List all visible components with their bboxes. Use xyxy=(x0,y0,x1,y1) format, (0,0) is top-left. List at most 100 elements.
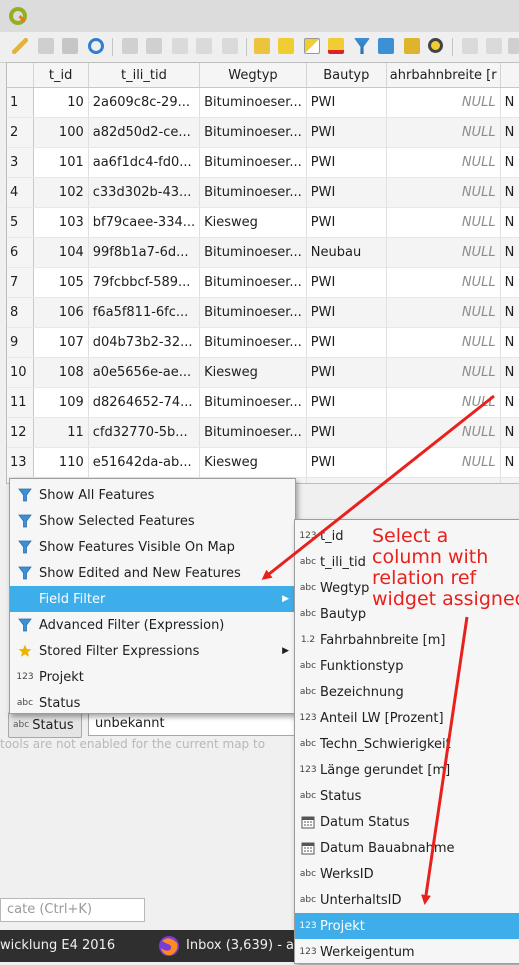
row-number-cell[interactable]: 4 xyxy=(7,177,34,208)
move-selection-to-top-icon[interactable] xyxy=(378,38,394,54)
field-menu-item[interactable]: abc Techn_Schwierigkeit xyxy=(295,731,519,757)
column-header[interactable]: Bautyp xyxy=(306,63,387,88)
cell-fahrbahnbreite[interactable]: NULL xyxy=(386,447,501,478)
field-menu-item[interactable]: 123 Werkeigentum xyxy=(295,939,519,965)
cell-next-column[interactable]: N xyxy=(500,297,519,328)
field-menu-item[interactable]: Datum Status xyxy=(295,809,519,835)
cell-t-id[interactable]: 105 xyxy=(33,267,89,298)
filter-menu-item[interactable]: Field Filter ▶ xyxy=(10,586,295,612)
cell-t-ili-tid[interactable]: d8264652-74... xyxy=(88,387,201,418)
taskbar-item-firefox[interactable]: Inbox (3,639) - and xyxy=(186,938,310,953)
row-number-cell[interactable]: 8 xyxy=(7,297,34,328)
cell-t-id[interactable]: 104 xyxy=(33,237,89,268)
cell-next-column[interactable]: N xyxy=(500,387,519,418)
cell-next-column[interactable]: N xyxy=(500,147,519,178)
cell-fahrbahnbreite[interactable]: NULL xyxy=(386,267,501,298)
more-tools-icon[interactable] xyxy=(508,38,519,54)
copy-rows-icon[interactable] xyxy=(462,38,478,54)
copy-icon[interactable] xyxy=(196,38,212,54)
row-number-cell[interactable]: 9 xyxy=(7,327,34,358)
cell-t-id[interactable]: 107 xyxy=(33,327,89,358)
cell-fahrbahnbreite[interactable]: NULL xyxy=(386,207,501,238)
field-menu-item[interactable]: abc Bezeichnung xyxy=(295,679,519,705)
paste-icon[interactable] xyxy=(222,38,238,54)
table-row[interactable]: 11 109 d8264652-74... Bituminoeser... PWI NUL… xyxy=(7,387,519,418)
reload-icon[interactable] xyxy=(88,38,104,54)
row-number-cell[interactable]: 10 xyxy=(7,357,34,388)
cell-next-column[interactable]: N xyxy=(500,177,519,208)
cell-wegtyp[interactable]: Bituminoeser... xyxy=(199,267,307,298)
cell-wegtyp[interactable]: Bituminoeser... xyxy=(199,117,307,148)
cell-t-id[interactable]: 106 xyxy=(33,297,89,328)
field-menu-item[interactable]: abc Status xyxy=(295,783,519,809)
row-number-cell[interactable]: 2 xyxy=(7,117,34,148)
filter-menu-item[interactable]: Show Features Visible On Map xyxy=(10,534,295,560)
cell-bautyp[interactable]: PWI xyxy=(306,147,387,178)
table-row[interactable]: 9 107 d04b73b2-32... Bituminoeser... PWI NULL… xyxy=(7,327,519,358)
row-number-cell[interactable]: 7 xyxy=(7,267,34,298)
cell-fahrbahnbreite[interactable]: NULL xyxy=(386,147,501,178)
field-menu-item[interactable]: 1.2 Fahrbahnbreite [m] xyxy=(295,627,519,653)
cell-bautyp[interactable]: PWI xyxy=(306,387,387,418)
filter-menu-item[interactable]: 123 Projekt xyxy=(10,664,295,690)
cell-wegtyp[interactable]: Bituminoeser... xyxy=(199,87,307,118)
cell-bautyp[interactable]: PWI xyxy=(306,87,387,118)
row-number-cell[interactable]: 3 xyxy=(7,147,34,178)
row-number-cell[interactable]: 5 xyxy=(7,207,34,238)
cell-wegtyp[interactable]: Bituminoeser... xyxy=(199,177,307,208)
cell-t-id[interactable]: 110 xyxy=(33,447,89,478)
cell-next-column[interactable]: N xyxy=(500,207,519,238)
save-edits-icon[interactable] xyxy=(62,38,78,54)
cell-next-column[interactable]: N xyxy=(500,87,519,118)
field-menu-item[interactable]: abc WerksID xyxy=(295,861,519,887)
row-number-cell[interactable]: 6 xyxy=(7,237,34,268)
cell-bautyp[interactable]: PWI xyxy=(306,417,387,448)
cell-next-column[interactable]: N xyxy=(500,327,519,358)
deselect-all-icon[interactable] xyxy=(328,38,344,54)
cell-next-column[interactable]: N xyxy=(500,477,519,483)
cell-t-ili-tid[interactable]: d04b73b2-32... xyxy=(88,327,201,358)
filter-menu-item[interactable]: Stored Filter Expressions ▶ xyxy=(10,638,295,664)
cell-wegtyp[interactable]: Bituminoeser... xyxy=(199,327,307,358)
filter-menu-item[interactable]: Show Edited and New Features xyxy=(10,560,295,586)
column-header[interactable]: Wegtyp xyxy=(199,63,307,88)
row-number-cell[interactable]: 1 xyxy=(7,87,34,118)
table-row[interactable]: 4 102 c33d302b-43... Bituminoeser... PWI NULL… xyxy=(7,177,519,208)
cell-t-id[interactable]: 109 xyxy=(33,387,89,418)
cell-bautyp[interactable]: PWI xyxy=(306,357,387,388)
attribute-table[interactable]: t_id t_ili_tid Wegtyp Bautyp ahrbahnbrei… xyxy=(6,62,519,484)
cell-wegtyp[interactable]: Bituminoeser... xyxy=(199,147,307,178)
cell-next-column[interactable]: N xyxy=(500,117,519,148)
table-row[interactable]: 6 104 99f8b1a7-6d... Bituminoeser... Neubau N… xyxy=(7,237,519,268)
table-row[interactable]: 12 11 cfd32770-5b... Bituminoeser... PWI NULL… xyxy=(7,417,519,448)
table-row[interactable]: 2 100 a82d50d2-ce... Bituminoeser... PWI NULL… xyxy=(7,117,519,148)
row-number-cell[interactable]: 11 xyxy=(7,387,34,418)
cell-fahrbahnbreite[interactable]: NULL xyxy=(386,87,501,118)
pan-to-selection-icon[interactable] xyxy=(404,38,420,54)
column-header[interactable]: t_ili_tid xyxy=(88,63,201,88)
cell-t-ili-tid[interactable]: a82d50d2-ce... xyxy=(88,117,201,148)
row-number-cell[interactable]: 13 xyxy=(7,447,34,478)
cell-next-column[interactable]: N xyxy=(500,417,519,448)
column-header[interactable] xyxy=(500,63,519,88)
cell-wegtyp[interactable]: Bituminoeser... xyxy=(199,237,307,268)
cell-t-id[interactable]: 101 xyxy=(33,147,89,178)
cell-wegtyp[interactable]: Bituminoeser... xyxy=(199,297,307,328)
table-row[interactable]: 3 101 aa6f1dc4-fd0... Bituminoeser... PWI NUL… xyxy=(7,147,519,178)
cell-t-ili-tid[interactable]: 79fcbbcf-589... xyxy=(88,267,201,298)
cell-t-id[interactable]: 100 xyxy=(33,117,89,148)
toggle-editing-icon[interactable] xyxy=(12,38,28,54)
zoom-to-selection-icon[interactable] xyxy=(428,38,443,53)
cell-t-ili-tid[interactable]: bf79caee-334... xyxy=(88,207,201,238)
cell-next-column[interactable]: N xyxy=(500,237,519,268)
table-row[interactable]: 1 10 2a609c8c-29... Bituminoeser... PWI NULL N xyxy=(7,87,519,118)
cell-fahrbahnbreite[interactable]: NULL xyxy=(386,357,501,388)
field-menu-item[interactable]: 123 Projekt xyxy=(295,913,519,939)
cell-fahrbahnbreite[interactable]: NULL xyxy=(386,387,501,418)
cut-icon[interactable] xyxy=(172,38,188,54)
column-header[interactable]: t_id xyxy=(33,63,89,88)
cell-t-ili-tid[interactable]: 2a609c8c-29... xyxy=(88,87,201,118)
cell-fahrbahnbreite[interactable]: NULL xyxy=(386,237,501,268)
cell-t-ili-tid[interactable]: a0e5656e-ae... xyxy=(88,357,201,388)
cell-next-column[interactable]: N xyxy=(500,267,519,298)
